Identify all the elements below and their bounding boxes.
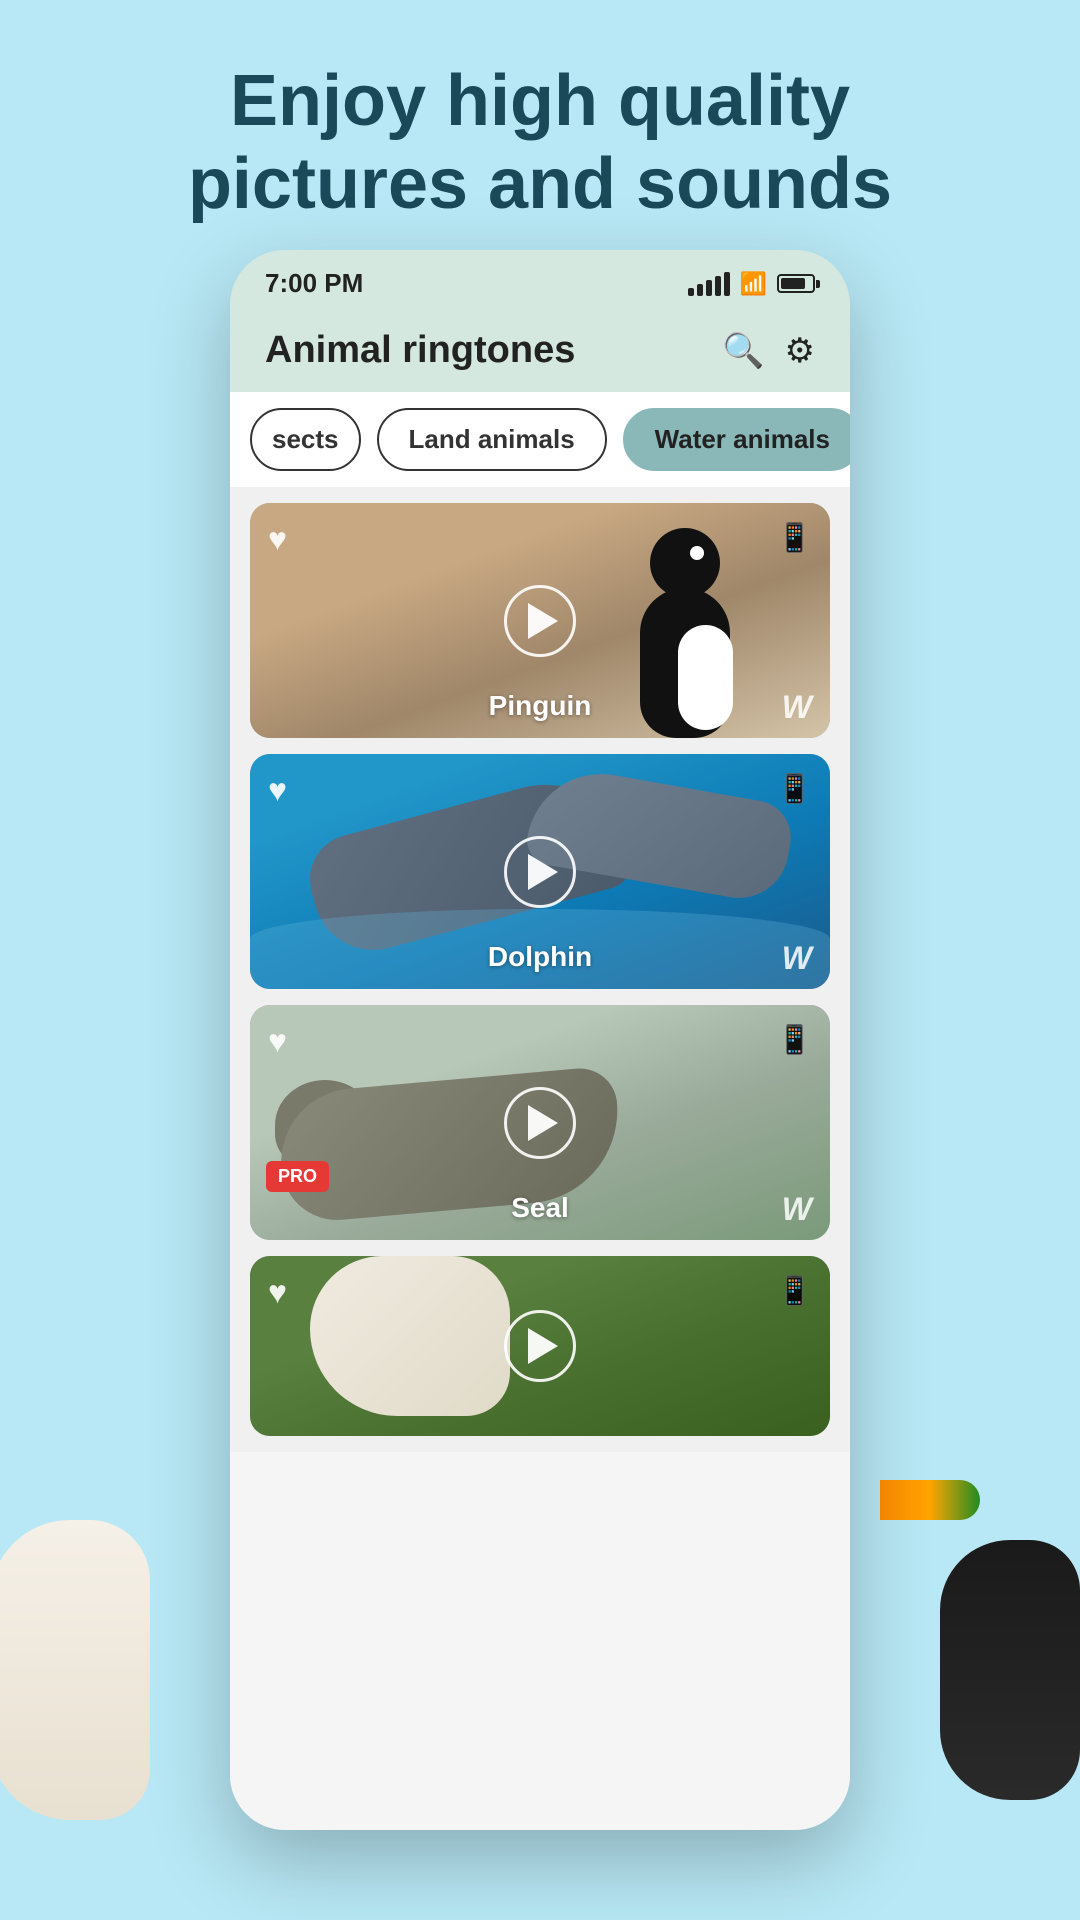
signal-icon: [688, 272, 730, 296]
phone-frame: 7:00 PM 📶 Animal ringtones 🔍 ⚙: [230, 250, 850, 1830]
play-button-dolphin[interactable]: [504, 836, 576, 908]
favorite-icon-seal[interactable]: ♥: [268, 1023, 287, 1060]
header-icons: 🔍 ⚙: [722, 331, 815, 371]
favorite-icon-penguin[interactable]: ♥: [268, 521, 287, 558]
animal-card-dolphin[interactable]: ♥ 📱 Dolphin W: [250, 754, 830, 989]
decorative-pelican: [0, 1400, 170, 1820]
animal-card-pelican[interactable]: ♥ 📱: [250, 1256, 830, 1436]
app-header: Animal ringtones 🔍 ⚙: [230, 309, 850, 392]
tabs-area: sects Land animals Water animals: [230, 392, 850, 487]
tab-water-animals[interactable]: Water animals: [623, 408, 850, 471]
tab-insects[interactable]: sects: [250, 408, 361, 471]
w-badge-dolphin: W: [782, 940, 812, 977]
hero-title: Enjoy high quality pictures and sounds: [0, 0, 1080, 266]
pro-badge-seal: PRO: [266, 1161, 329, 1192]
app-title: Animal ringtones: [265, 329, 575, 372]
card-label-penguin: Pinguin: [489, 690, 592, 722]
status-time: 7:00 PM: [265, 268, 363, 299]
decorative-toucan: [920, 1420, 1080, 1800]
w-badge-penguin: W: [782, 689, 812, 726]
play-button-seal[interactable]: [504, 1087, 576, 1159]
phone-vibrate-icon-pelican: 📱: [777, 1274, 812, 1307]
phone-vibrate-icon-seal: 📱: [777, 1023, 812, 1056]
favorite-icon-dolphin[interactable]: ♥: [268, 772, 287, 809]
status-icons: 📶: [688, 271, 815, 297]
settings-icon[interactable]: ⚙: [785, 331, 815, 371]
favorite-icon-pelican[interactable]: ♥: [268, 1274, 287, 1311]
phone-content: sects Land animals Water animals: [230, 392, 850, 1830]
tab-land-animals[interactable]: Land animals: [377, 408, 607, 471]
phone-vibrate-icon-penguin: 📱: [777, 521, 812, 554]
card-label-seal: Seal: [511, 1192, 569, 1224]
card-label-dolphin: Dolphin: [488, 941, 592, 973]
battery-icon: [777, 274, 815, 293]
play-button-pelican[interactable]: [504, 1310, 576, 1382]
status-bar: 7:00 PM 📶: [230, 250, 850, 309]
search-icon[interactable]: 🔍: [722, 331, 764, 371]
wifi-icon: 📶: [740, 271, 767, 297]
phone-vibrate-icon-dolphin: 📱: [777, 772, 812, 805]
play-button-penguin[interactable]: [504, 585, 576, 657]
cards-area: ♥ 📱 Pinguin W ♥ 📱 Dolphin: [230, 487, 850, 1452]
animal-card-seal[interactable]: ♥ 📱 PRO Seal W: [250, 1005, 830, 1240]
w-badge-seal: W: [782, 1191, 812, 1228]
animal-card-penguin[interactable]: ♥ 📱 Pinguin W: [250, 503, 830, 738]
